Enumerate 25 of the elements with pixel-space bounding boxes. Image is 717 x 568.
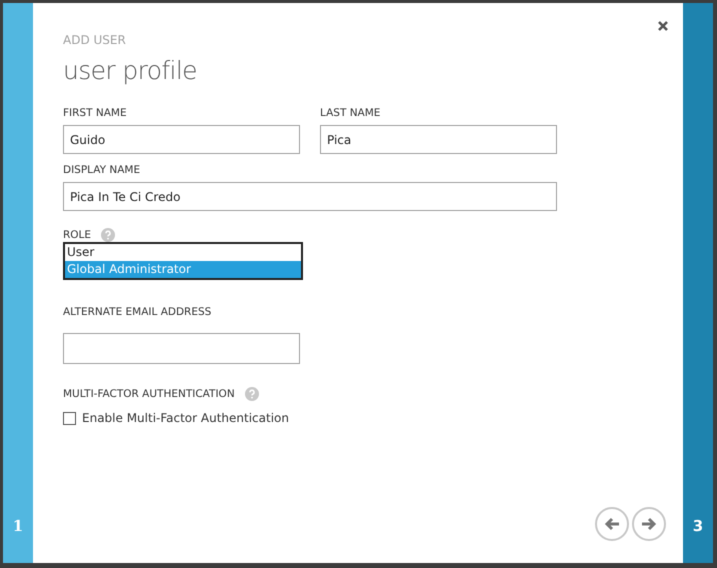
close-icon	[657, 20, 669, 32]
field-label: DISPLAY NAME	[63, 164, 142, 176]
alternate-email-field[interactable]	[63, 333, 300, 364]
field-label: FIRST NAME	[63, 107, 128, 119]
checkbox-label: Enable Multi-Factor Authentication	[82, 410, 289, 427]
field-label: LAST NAME	[320, 107, 382, 119]
last-name-field[interactable]: Pica	[320, 125, 557, 154]
role-listbox[interactable]: User Global Administrator	[63, 242, 303, 280]
close-button[interactable]	[657, 20, 669, 32]
step-number: 1	[12, 516, 24, 536]
arrow-right-icon	[641, 517, 657, 531]
first-name-field[interactable]: Guido	[63, 125, 300, 154]
step-number: 3	[692, 516, 704, 536]
display-name-field[interactable]: Pica In Te Ci Credo	[63, 182, 557, 211]
field-label: ROLE	[63, 229, 92, 241]
field-label: ALTERNATE EMAIL ADDRESS	[63, 306, 212, 318]
field-label: MULTI-FACTOR AUTHENTICATION	[63, 388, 235, 400]
page-title: user profile	[63, 56, 198, 86]
help-icon	[101, 228, 116, 242]
arrow-left-icon	[604, 517, 620, 531]
next-button[interactable]	[632, 507, 666, 541]
help-icon	[244, 387, 259, 401]
back-button[interactable]	[595, 507, 629, 541]
checkbox[interactable]	[63, 412, 76, 424]
wizard-eyebrow: ADD USER	[63, 33, 127, 47]
